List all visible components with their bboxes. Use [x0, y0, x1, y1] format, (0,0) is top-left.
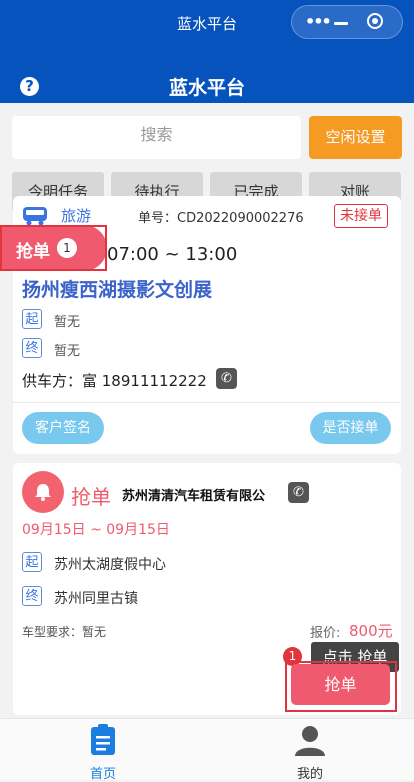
phone-icon[interactable]: ✆ [216, 368, 237, 389]
start-location: 暂无 [54, 315, 81, 330]
status-badge: 未接单 [334, 204, 388, 228]
tab-home[interactable]: 首页 [73, 723, 133, 782]
tab-home-label: 首页 [89, 767, 116, 782]
app-header: 蓝水平台 ••• ? 蓝水平台 [0, 0, 414, 103]
accept-order-button[interactable]: 是否接单 [310, 412, 391, 444]
bell-icon [22, 471, 64, 513]
clipboard-icon [91, 724, 115, 755]
end-tag: 终 [22, 586, 42, 606]
bottom-tab-bar: 首页 我的 [0, 718, 414, 782]
end-tag: 终 [22, 338, 42, 358]
user-icon [295, 726, 325, 756]
phone-icon[interactable]: ✆ [288, 482, 309, 503]
minimize-icon[interactable] [334, 22, 348, 25]
divider [13, 402, 401, 403]
end-location: 苏州同里古镇 [54, 591, 138, 607]
customer-sign-button[interactable]: 客户签名 [22, 412, 104, 444]
price-label: 报价: [310, 626, 341, 641]
start-location: 苏州太湖度假中心 [54, 557, 166, 573]
page-title: 蓝水平台 [168, 77, 245, 99]
search-input[interactable]: 搜索 [12, 116, 301, 159]
car-requirement: 车型要求：暂无 [22, 625, 107, 639]
tab-mine-label: 我的 [296, 767, 323, 782]
start-tag: 起 [22, 309, 42, 329]
grab-label: 抢单 [71, 485, 111, 509]
highlight-frame [285, 661, 397, 712]
order-title: 扬州瘦西湖摄影文创展 [22, 279, 213, 301]
supplier-info: 供车方：富 18911112222 [22, 372, 207, 390]
mini-program-capsule[interactable]: ••• [291, 5, 403, 39]
idle-settings-button[interactable]: 空闲设置 [309, 116, 402, 159]
order-type: 旅游 [61, 207, 92, 225]
end-location: 暂无 [54, 344, 81, 359]
start-tag: 起 [22, 552, 42, 572]
order-number: 单号：CD2022090002276 [138, 211, 304, 226]
highlight-frame [0, 225, 107, 271]
more-icon[interactable]: ••• [305, 14, 332, 30]
order-time: 07:00 ~ 13:00 [107, 244, 238, 265]
tab-mine[interactable]: 我的 [280, 723, 340, 782]
company-name: 苏州清清汽车租赁有限公 [122, 489, 266, 504]
date-range: 09月15日 ~ 09月15日 [22, 522, 170, 538]
close-icon[interactable] [367, 13, 383, 29]
price-value: 800元 [349, 622, 393, 640]
bell-glyph-icon [35, 484, 51, 501]
bus-icon [23, 207, 47, 226]
